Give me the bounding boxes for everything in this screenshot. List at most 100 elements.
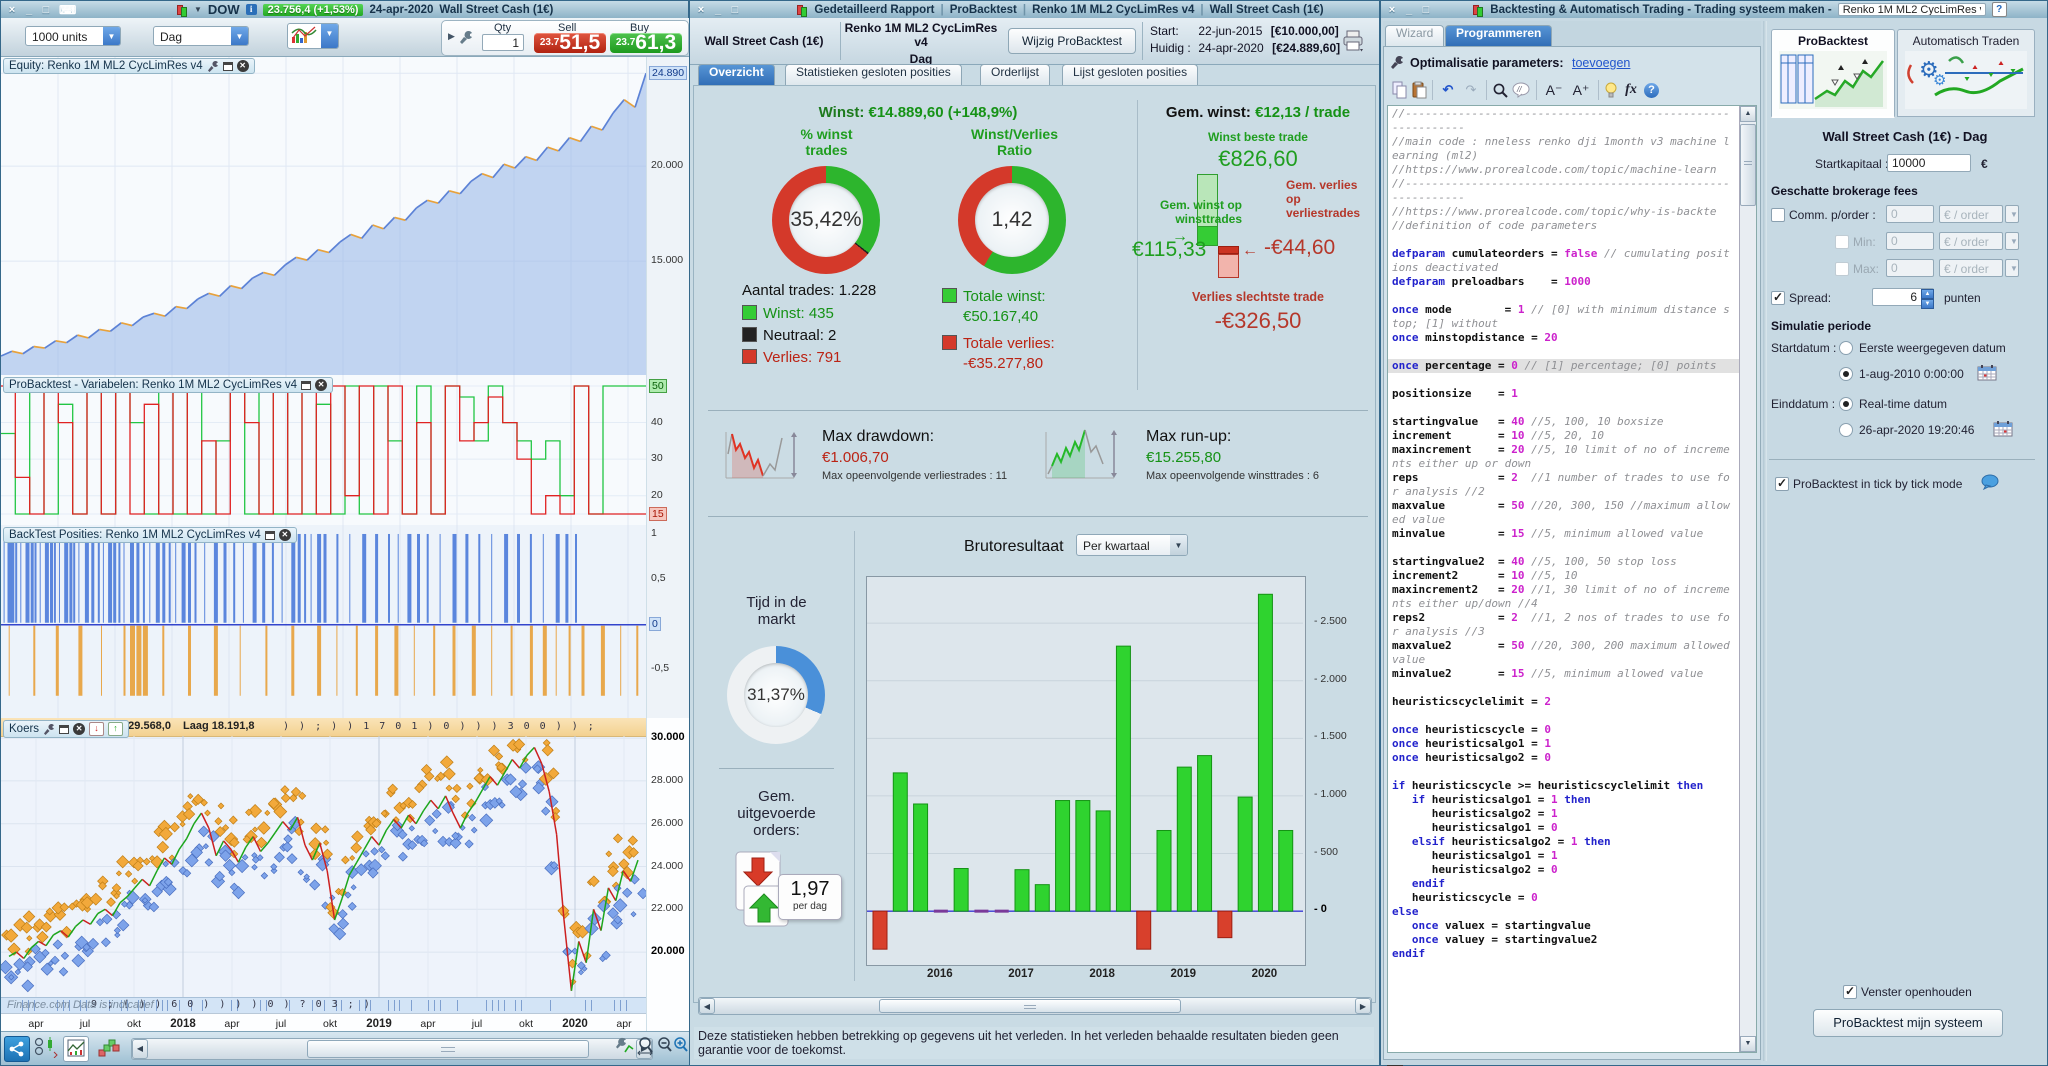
- comm-unit-select[interactable]: € / order: [1939, 205, 2003, 223]
- tab-lijst-gesloten[interactable]: Lijst gesloten posities: [1062, 64, 1199, 86]
- tab-automatisch-traden[interactable]: Automatisch Traden ⚙ ⚙: [1897, 29, 2035, 117]
- wrench-icon[interactable]: [207, 60, 219, 72]
- scroll-up-arrow[interactable]: ▲: [1740, 106, 1756, 122]
- copy-icon[interactable]: [1392, 81, 1408, 99]
- help-icon[interactable]: ?: [1644, 82, 1659, 98]
- period-select[interactable]: Per kwartaal ▼: [1076, 534, 1188, 556]
- max-input[interactable]: [1886, 259, 1934, 277]
- timeframe-select[interactable]: Dag ▼: [153, 26, 249, 46]
- scroll-left-arrow[interactable]: ◀: [132, 1039, 148, 1059]
- expand-icon[interactable]: ▶: [448, 31, 455, 42]
- scrollbar-thumb[interactable]: [307, 1040, 589, 1058]
- renko-button[interactable]: [97, 1036, 121, 1060]
- chevron-down-icon[interactable]: ▼: [231, 27, 248, 45]
- max-unit-select[interactable]: € / order: [1939, 259, 2003, 277]
- wrench-icon[interactable]: [43, 723, 55, 735]
- spread-checkbox[interactable]: ✓: [1771, 291, 1785, 305]
- comm-input[interactable]: [1886, 205, 1934, 223]
- help-icon[interactable]: ?: [1991, 2, 2007, 17]
- maximize-icon[interactable]: □: [729, 4, 741, 16]
- code-editor[interactable]: //--------------------------------------…: [1387, 105, 1757, 1053]
- maximize-icon[interactable]: □: [40, 4, 52, 16]
- scroll-down-arrow[interactable]: ▼: [1740, 1036, 1756, 1052]
- minimize-icon[interactable]: _: [712, 4, 724, 16]
- chart-h-scrollbar[interactable]: ◀ ▶: [131, 1038, 653, 1060]
- maximize-icon[interactable]: □: [1420, 4, 1432, 16]
- increase-font-icon[interactable]: A⁺: [1569, 80, 1593, 100]
- close-icon[interactable]: ✕: [278, 529, 291, 541]
- wrench-icon[interactable]: [458, 29, 474, 45]
- buy-arrow-icon[interactable]: ↑: [108, 722, 124, 736]
- chevron-down-icon[interactable]: ▼: [321, 24, 338, 48]
- symbol-name[interactable]: DOW: [208, 2, 240, 17]
- tab-probacktest[interactable]: ProBacktest: [1771, 29, 1895, 118]
- qty-input[interactable]: [482, 34, 524, 51]
- function-icon[interactable]: fx: [1621, 80, 1641, 100]
- variables-panel[interactable]: ProBacktest - Variabelen: Renko 1M ML2 C…: [1, 375, 646, 526]
- detach-window-icon[interactable]: [222, 61, 233, 71]
- calendar-icon[interactable]: [1993, 420, 2013, 437]
- search-icon[interactable]: [1492, 82, 1509, 99]
- chevron-down-icon[interactable]: ▼: [103, 27, 120, 45]
- close-icon[interactable]: ×: [1386, 4, 1398, 16]
- chevron-down-icon[interactable]: ▼: [194, 5, 202, 14]
- buy-button[interactable]: 23.761,3: [610, 32, 682, 53]
- zoom-in-button[interactable]: [673, 1036, 689, 1060]
- chevron-down-icon[interactable]: ▼: [2005, 259, 2019, 277]
- close-icon[interactable]: ✕: [236, 60, 249, 72]
- chart-settings-button[interactable]: [63, 1036, 89, 1062]
- share-button[interactable]: [4, 1036, 30, 1062]
- info-icon[interactable]: i: [245, 4, 257, 15]
- scroll-left-arrow[interactable]: ◀: [699, 998, 715, 1014]
- tab-statistieken[interactable]: Statistieken gesloten posities: [785, 64, 962, 86]
- chevron-down-icon[interactable]: ▼: [2005, 205, 2019, 223]
- optim-add-link[interactable]: toevoegen: [1572, 56, 1630, 70]
- system-name-input[interactable]: [1837, 3, 1986, 16]
- minimize-icon[interactable]: _: [1403, 4, 1415, 16]
- calendar-icon[interactable]: [1977, 364, 1997, 381]
- close-icon[interactable]: ×: [6, 4, 18, 16]
- indicator-button[interactable]: ▼: [287, 23, 339, 49]
- scroll-right-arrow[interactable]: ▶: [1355, 998, 1371, 1014]
- tickmode-checkbox[interactable]: ✓: [1775, 477, 1789, 491]
- tab-programmeren[interactable]: Programmeren: [1445, 25, 1553, 47]
- code-v-scrollbar[interactable]: ▲ ▼: [1739, 106, 1756, 1052]
- keep-open-checkbox[interactable]: ✓: [1843, 985, 1857, 999]
- keyboard-icon[interactable]: ⌨: [59, 3, 76, 17]
- price-panel[interactable]: Hoog 29.568,0 Laag 18.191,8 ) ) ; ) ) 1 …: [1, 718, 646, 1035]
- enddate-realtime-radio[interactable]: [1839, 397, 1853, 411]
- tab-overzicht[interactable]: Overzicht: [698, 64, 775, 86]
- tab-wizard[interactable]: Wizard: [1385, 25, 1445, 47]
- undo-icon[interactable]: ↶: [1438, 80, 1458, 100]
- print-icon[interactable]: [1342, 30, 1366, 52]
- zoom-fit-button[interactable]: [637, 1036, 655, 1060]
- run-probacktest-button[interactable]: ProBacktest mijn systeem: [1813, 1009, 2003, 1037]
- sell-button[interactable]: 23.751,5: [534, 32, 606, 53]
- detach-window-icon[interactable]: [301, 380, 312, 390]
- comm-checkbox[interactable]: [1771, 208, 1785, 222]
- decrease-font-icon[interactable]: A⁻: [1542, 80, 1566, 100]
- startkapitaal-input[interactable]: [1887, 154, 1971, 172]
- pane-divider[interactable]: [1763, 21, 1767, 1061]
- redo-icon[interactable]: ↷: [1461, 80, 1481, 100]
- chart-options-button[interactable]: [614, 1036, 636, 1060]
- enddate-custom-radio[interactable]: [1839, 423, 1853, 437]
- startdate-custom-radio[interactable]: [1839, 367, 1853, 381]
- units-select[interactable]: 1000 units ▼: [25, 26, 121, 46]
- zoom-out-button[interactable]: [657, 1036, 673, 1060]
- close-icon[interactable]: ×: [695, 4, 707, 16]
- lightbulb-icon[interactable]: [1604, 82, 1618, 99]
- sell-arrow-icon[interactable]: ↓: [89, 722, 105, 736]
- chevron-down-icon[interactable]: ▼: [2005, 232, 2019, 250]
- scrollbar-thumb[interactable]: [1740, 124, 1756, 206]
- startdate-first-radio[interactable]: [1839, 341, 1853, 355]
- report-h-scrollbar[interactable]: ◀ ▶: [698, 997, 1372, 1015]
- paste-icon[interactable]: [1411, 81, 1427, 99]
- chart-mode-button[interactable]: [32, 1036, 60, 1060]
- min-checkbox[interactable]: [1835, 235, 1849, 249]
- tab-orderlijst[interactable]: Orderlijst: [980, 64, 1051, 86]
- close-icon[interactable]: ✕: [73, 723, 86, 735]
- scrollbar-thumb[interactable]: [879, 999, 1181, 1013]
- speech-bubble-icon[interactable]: [1981, 474, 1999, 490]
- comment-icon[interactable]: //: [1512, 82, 1531, 98]
